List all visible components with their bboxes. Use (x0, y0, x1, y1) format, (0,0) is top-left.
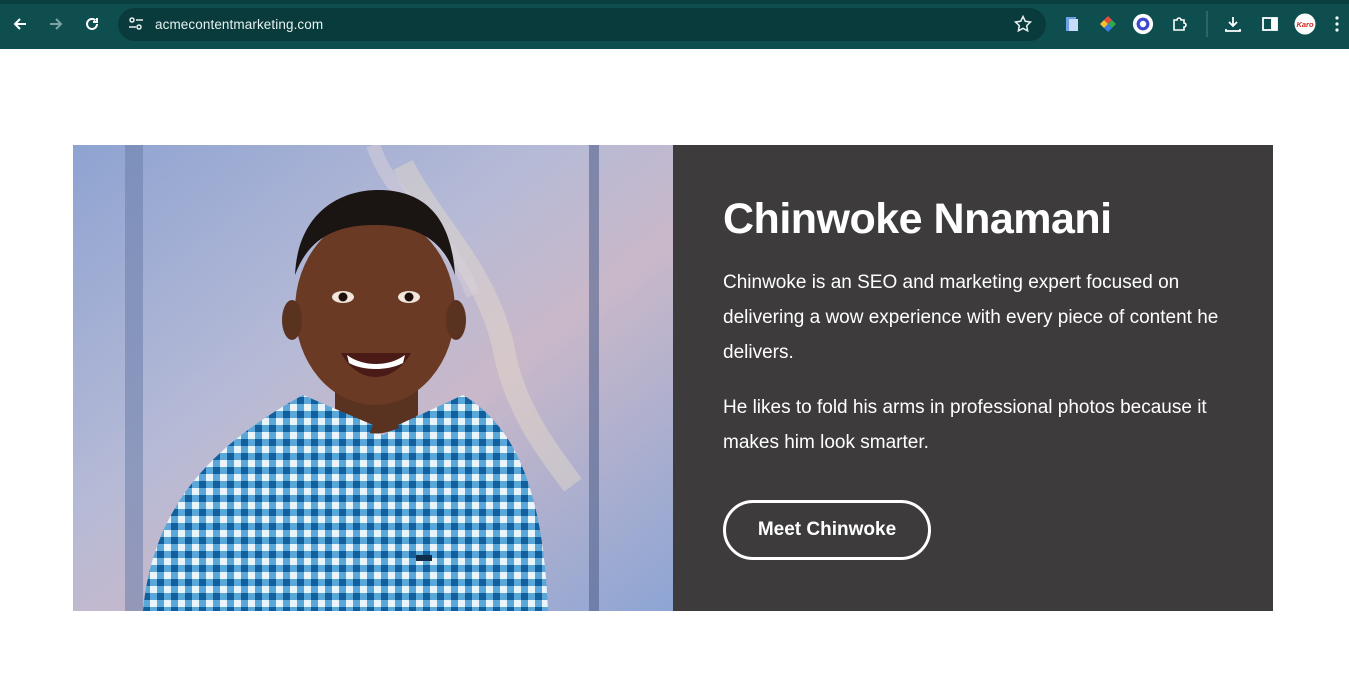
author-photo (73, 145, 673, 611)
profile-avatar-icon[interactable]: Karo (1294, 13, 1316, 35)
author-hero: Chinwoke Nnamani Chinwoke is an SEO and … (73, 145, 1273, 611)
extensions-puzzle-icon[interactable] (1169, 13, 1191, 35)
author-bio-paragraph-2: He likes to fold his arms in professiona… (723, 397, 1207, 453)
forward-arrow-icon[interactable] (44, 12, 68, 36)
back-arrow-icon[interactable] (8, 12, 32, 36)
site-settings-icon[interactable] (128, 17, 144, 36)
download-icon[interactable] (1222, 13, 1244, 35)
extension-color-icon[interactable] (1097, 13, 1119, 35)
menu-dots-icon[interactable] (1330, 13, 1344, 35)
author-portrait-illustration (73, 145, 673, 611)
browser-toolbar: acmecontentmarketing.com Karo (0, 0, 1349, 49)
bookmark-star-icon[interactable] (1013, 14, 1033, 38)
extension-docs-icon[interactable] (1061, 13, 1083, 35)
reload-icon[interactable] (80, 12, 104, 36)
side-panel-icon[interactable] (1259, 13, 1281, 35)
meet-author-button[interactable]: Meet Chinwoke (723, 500, 931, 560)
author-name: Chinwoke Nnamani (723, 195, 1112, 243)
address-bar[interactable]: acmecontentmarketing.com (118, 8, 1046, 41)
author-info-panel: Chinwoke Nnamani Chinwoke is an SEO and … (673, 145, 1273, 611)
toolbar-divider (1206, 11, 1208, 37)
author-bio-paragraph-1: Chinwoke is an SEO and marketing expert … (723, 272, 1219, 363)
extension-circle-icon[interactable] (1132, 13, 1154, 35)
url-text[interactable]: acmecontentmarketing.com (155, 17, 323, 32)
profile-label: Karo (1296, 20, 1314, 29)
